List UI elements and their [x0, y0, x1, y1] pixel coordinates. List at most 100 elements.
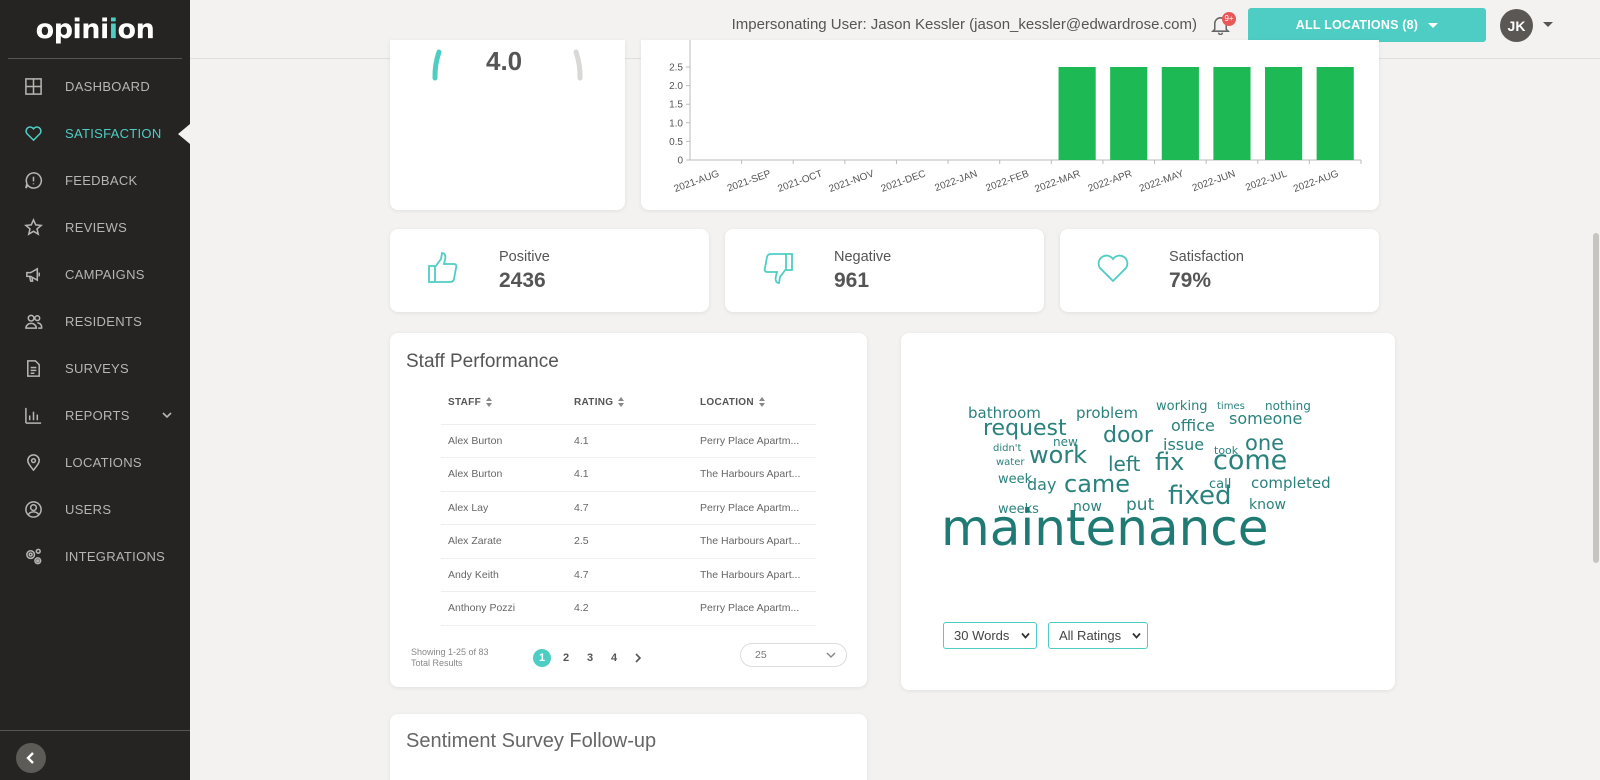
sidebar-item-label: INTEGRATIONS	[65, 549, 166, 564]
heart-icon	[25, 126, 42, 142]
sidebar-item-surveys[interactable]: SURVEYS	[0, 345, 190, 392]
user-menu-caret-icon[interactable]	[1543, 22, 1553, 27]
cloud-word[interactable]: office	[1171, 418, 1215, 434]
logo[interactable]: opiniion	[8, 0, 182, 59]
y-tick-label: 0.5	[669, 137, 683, 148]
sidebar-item-label: REVIEWS	[65, 220, 128, 235]
sidebar-item-satisfaction[interactable]: SATISFACTION	[0, 110, 190, 157]
staff-performance-title: Staff Performance	[406, 351, 559, 372]
sort-icon	[485, 397, 493, 408]
sidebar-item-locations[interactable]: LOCATIONS	[0, 439, 190, 486]
cloud-word[interactable]: work	[1029, 443, 1087, 467]
locations-label: ALL LOCATIONS (8)	[1295, 18, 1419, 32]
page-3-button[interactable]: 3	[581, 649, 599, 667]
table-row[interactable]: Alex Lay 4.7 Perry Place Apartm...	[441, 491, 816, 525]
word-cloud-card: bathroom problem working times nothing r…	[901, 333, 1395, 690]
negative-stat-card: Negative 961	[725, 229, 1044, 312]
sidebar-item-reports[interactable]: REPORTS	[0, 392, 190, 439]
cloud-word[interactable]: someone	[1229, 411, 1302, 427]
sidebar-item-label: SURVEYS	[65, 361, 129, 376]
x-tick-label: 2022-MAR	[1033, 168, 1082, 195]
bar	[1110, 67, 1148, 160]
page-2-button[interactable]: 2	[557, 649, 575, 667]
avatar[interactable]: JK	[1500, 9, 1533, 42]
sidebar-item-residents[interactable]: RESIDENTS	[0, 298, 190, 345]
scrollbar-thumb[interactable]	[1593, 233, 1599, 563]
satisfaction-stat-card: Satisfaction 79%	[1060, 229, 1379, 312]
bar	[1058, 67, 1096, 160]
cloud-word[interactable]: problem	[1076, 406, 1138, 421]
megaphone-icon	[26, 267, 40, 282]
user-circle-icon	[25, 501, 42, 518]
collapse-sidebar-button[interactable]	[16, 743, 46, 773]
cloud-word[interactable]: come	[1213, 447, 1287, 474]
cloud-word[interactable]: completed	[1251, 476, 1331, 491]
sidebar-nav: DASHBOARD SATISFACTION FEEDBACK REVIEWS …	[0, 59, 190, 580]
cloud-word[interactable]: came	[1064, 472, 1130, 496]
gauge-value: 4.0	[486, 46, 523, 76]
y-tick-label: 2.5	[669, 63, 683, 74]
ratings-select[interactable]: All Ratings	[1048, 622, 1148, 649]
y-tick-label: 0	[677, 156, 683, 167]
x-tick-label: 2022-JAN	[933, 168, 979, 194]
chevron-down-icon	[1021, 632, 1030, 639]
chevron-down-icon	[1132, 632, 1141, 639]
cloud-word[interactable]: maintenance	[941, 503, 1269, 553]
column-header-staff[interactable]: STAFF	[441, 381, 567, 425]
negative-value: 961	[834, 269, 870, 292]
sidebar-item-feedback[interactable]: FEEDBACK	[0, 157, 190, 204]
caret-down-icon	[1428, 22, 1439, 28]
chevron-left-icon	[26, 752, 34, 764]
sidebar-item-label: SATISFACTION	[65, 126, 162, 141]
column-header-rating[interactable]: RATING	[567, 381, 693, 425]
cloud-word[interactable]: didn't	[993, 444, 1021, 454]
x-tick-label: 2021-AUG	[673, 168, 721, 195]
sidebar-item-integrations[interactable]: INTEGRATIONS	[0, 533, 190, 580]
all-locations-dropdown[interactable]: ALL LOCATIONS (8)	[1248, 8, 1486, 42]
column-header-location[interactable]: LOCATION	[693, 381, 816, 425]
sidebar-item-reviews[interactable]: REVIEWS	[0, 204, 190, 251]
page-1-button[interactable]: 1	[533, 649, 551, 667]
x-tick-label: 2022-JUL	[1244, 168, 1289, 193]
map-pin-icon	[27, 454, 40, 472]
thumbs-down-icon	[760, 250, 798, 288]
bar-chart-icon	[25, 407, 42, 424]
y-tick-label: 1.0	[669, 118, 683, 129]
notifications-button[interactable]: 9+	[1210, 12, 1236, 38]
sidebar-item-users[interactable]: USERS	[0, 486, 190, 533]
sort-icon	[758, 397, 766, 408]
word-count-select[interactable]: 30 Words	[943, 622, 1037, 649]
results-summary: Showing 1-25 of 83 Total Results	[411, 647, 489, 668]
next-page-button[interactable]	[629, 649, 647, 667]
table-row[interactable]: Andy Keith 4.7 The Harbours Apart...	[441, 558, 816, 592]
sidebar-item-label: CAMPAIGNS	[65, 267, 145, 282]
page-4-button[interactable]: 4	[605, 649, 623, 667]
cloud-word[interactable]: working	[1156, 400, 1208, 413]
sidebar-footer	[0, 730, 190, 780]
notification-badge: 9+	[1222, 12, 1236, 26]
table-row[interactable]: Alex Burton 4.1 Perry Place Apartm...	[441, 424, 816, 458]
sort-icon	[618, 397, 625, 408]
sidebar-item-label: FEEDBACK	[65, 173, 138, 188]
x-tick-label: 2022-APR	[1087, 168, 1134, 194]
cloud-word[interactable]: day	[1027, 477, 1056, 493]
table-row[interactable]: Anthony Pozzi 4.2 Perry Place Apartm...	[441, 591, 816, 626]
per-page-select[interactable]: 25	[740, 643, 847, 667]
rating-gauge-card: 4.0	[390, 40, 625, 210]
positive-label: Positive	[499, 249, 550, 265]
x-tick-label: 2021-OCT	[776, 168, 824, 194]
table-row[interactable]: Alex Burton 4.1 The Harbours Apart...	[441, 457, 816, 492]
x-tick-label: 2022-JUN	[1191, 168, 1237, 194]
x-tick-label: 2022-MAY	[1138, 168, 1186, 194]
cloud-word[interactable]: water	[996, 458, 1025, 468]
table-row[interactable]: Alex Zarate 2.5 The Harbours Apart...	[441, 524, 816, 559]
bar	[1264, 67, 1303, 160]
sidebar-item-label: REPORTS	[65, 408, 130, 423]
table-header-row: STAFF RATING LOCATION	[441, 381, 816, 425]
cloud-word[interactable]: fix	[1155, 450, 1184, 474]
cloud-word[interactable]: door	[1103, 425, 1153, 447]
thumbs-up-icon	[425, 250, 463, 288]
logo-text: opiniion	[35, 13, 155, 45]
sidebar-item-dashboard[interactable]: DASHBOARD	[0, 63, 190, 110]
sidebar-item-campaigns[interactable]: CAMPAIGNS	[0, 251, 190, 298]
